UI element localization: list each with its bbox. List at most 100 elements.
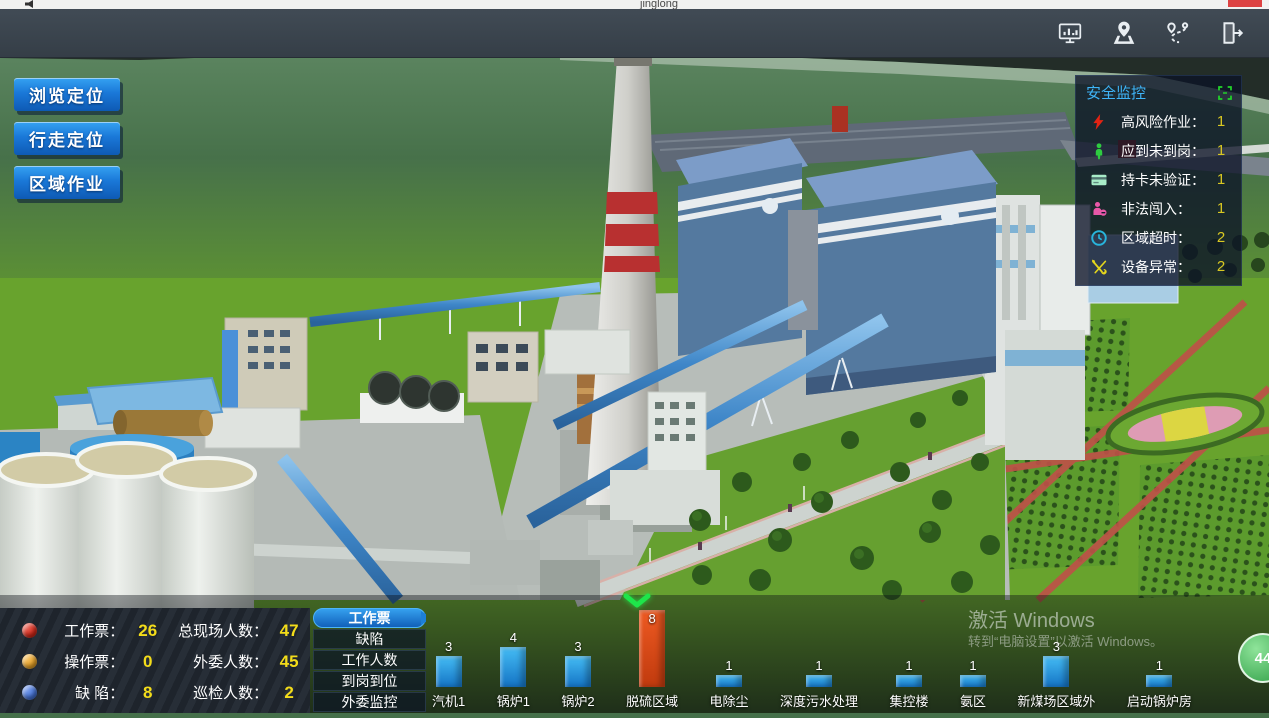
- security-item-value: 1: [1211, 200, 1231, 217]
- nav-button-2[interactable]: 区域作业: [14, 166, 120, 199]
- status-dot: [22, 654, 37, 669]
- bar-group: 3 锅炉2: [561, 610, 594, 710]
- security-item-label: 持卡未验证：: [1121, 170, 1211, 190]
- browser-tab-title: jinglong: [574, 0, 744, 10]
- bar-group: 1 集控楼: [889, 610, 928, 710]
- header-icons: [1057, 20, 1245, 46]
- security-item-value: 2: [1211, 258, 1231, 275]
- bar-group: 1 启动锅炉房: [1127, 610, 1192, 710]
- stat-value: 0: [124, 652, 171, 672]
- chart-bar[interactable]: [896, 675, 922, 687]
- security-item-label: 非法闯入：: [1121, 199, 1211, 219]
- person-icon: [1090, 142, 1108, 160]
- status-dot: [22, 623, 37, 638]
- bar-value: 1: [815, 658, 822, 673]
- nav-button-1[interactable]: 行走定位: [14, 122, 120, 155]
- watermark-line2: 转到“电脑设置”以激活 Windows。: [968, 631, 1163, 650]
- bar-category-label: 汽机1: [432, 691, 465, 710]
- chart-bar[interactable]: [436, 656, 462, 687]
- route-track-icon[interactable]: [1165, 20, 1191, 46]
- bar-value: 1: [725, 658, 732, 673]
- monitor-stats-icon[interactable]: [1057, 20, 1083, 46]
- chart-bar[interactable]: [806, 675, 832, 687]
- security-item-label: 应到未到岗：: [1121, 141, 1211, 161]
- security-item-label: 高风险作业：: [1121, 112, 1211, 132]
- security-item[interactable]: 高风险作业：1: [1076, 107, 1241, 136]
- stat-value: 26: [124, 621, 171, 641]
- security-item-value: 2: [1211, 229, 1231, 246]
- stats-row: 缺 陷：8巡检人数：2: [0, 677, 310, 708]
- chevron-down-marker[interactable]: [622, 593, 652, 609]
- security-item-label: 区域超时：: [1121, 228, 1211, 248]
- security-item[interactable]: 区域超时：2: [1076, 223, 1241, 252]
- bar-value: 8: [639, 611, 665, 626]
- bar-category-label: 锅炉2: [561, 691, 594, 710]
- tab-0[interactable]: 工作票: [313, 608, 426, 628]
- security-item[interactable]: 非法闯入：1: [1076, 194, 1241, 223]
- bar-group: 1 深度污水处理: [780, 610, 858, 710]
- lightning-icon: [1090, 113, 1108, 131]
- bar-category-label: 电除尘: [710, 691, 749, 710]
- stat-label: 外委人数：: [171, 651, 268, 672]
- chart-bar[interactable]: [500, 647, 526, 687]
- tools-icon: [1090, 258, 1108, 276]
- bar-value: 3: [445, 639, 452, 654]
- tab-1[interactable]: 缺陷: [313, 629, 426, 649]
- security-item-value: 1: [1211, 171, 1231, 188]
- chart-bar[interactable]: 8: [639, 610, 665, 687]
- security-item[interactable]: 持卡未验证：1: [1076, 165, 1241, 194]
- security-item[interactable]: 应到未到岗：1: [1076, 136, 1241, 165]
- security-item-list: 高风险作业：1应到未到岗：1持卡未验证：1非法闯入：1区域超时：2设备异常：2: [1076, 107, 1241, 281]
- bar-group: 3 汽机1: [432, 610, 465, 710]
- bar-group: 1 电除尘: [710, 610, 749, 710]
- stat-value: 8: [124, 683, 171, 703]
- stat-value: 47: [268, 621, 310, 641]
- stats-row: 工作票：26总现场人数：47: [0, 615, 310, 646]
- tab-4[interactable]: 外委监控: [313, 692, 426, 712]
- chart-bar[interactable]: [1043, 656, 1069, 687]
- status-dot: [22, 685, 37, 700]
- scan-icon[interactable]: [1217, 85, 1233, 101]
- security-panel-title: 安全监控: [1086, 82, 1146, 103]
- bar-category-label: 脱硫区域: [626, 691, 678, 710]
- chart-bar[interactable]: [565, 656, 591, 687]
- bar-category-label: 集控楼: [889, 691, 928, 710]
- bar-category-label: 启动锅炉房: [1127, 691, 1192, 710]
- bar-value: 3: [574, 639, 581, 654]
- security-item-value: 1: [1211, 113, 1231, 130]
- nav-button-0[interactable]: 浏览定位: [14, 78, 120, 111]
- tab-2[interactable]: 工作人数: [313, 650, 426, 670]
- bar-category-label: 新煤场区域外: [1017, 691, 1095, 710]
- stat-value: 45: [268, 652, 310, 672]
- security-item-label: 设备异常：: [1121, 257, 1211, 277]
- clock-icon: [1090, 229, 1108, 247]
- tab-3[interactable]: 到岗到位: [313, 671, 426, 691]
- bar-value: 1: [905, 658, 912, 673]
- watermark-line1: 激活 Windows: [968, 604, 1095, 633]
- security-monitor-panel: 安全监控 高风险作业：1应到未到岗：1持卡未验证：1非法闯入：1区域超时：2设备…: [1075, 75, 1242, 286]
- chart-bar[interactable]: [716, 675, 742, 687]
- bar-group: 4锅炉1: [497, 610, 530, 710]
- stats-row: 操作票：0外委人数：45: [0, 646, 310, 677]
- stat-label: 操作票：: [49, 651, 124, 672]
- stat-value: 2: [268, 683, 310, 703]
- security-item[interactable]: 设备异常：2: [1076, 252, 1241, 281]
- bar-value: 1: [1156, 658, 1163, 673]
- close-button[interactable]: [1228, 0, 1262, 7]
- stats-panel: 工作票：26总现场人数：47操作票：0外委人数：45缺 陷：8巡检人数：2: [0, 608, 310, 713]
- person-remove-icon: [1090, 200, 1108, 218]
- card-icon: [1090, 171, 1108, 189]
- tab-menu: 工作票缺陷工作人数到岗到位外委监控: [313, 608, 426, 713]
- exit-icon[interactable]: [1219, 20, 1245, 46]
- bar-category-label: 深度污水处理: [780, 691, 858, 710]
- stat-label: 工作票：: [49, 620, 124, 641]
- bar-value: 1: [969, 658, 976, 673]
- stat-label: 总现场人数：: [171, 620, 268, 641]
- bar-category-label: 锅炉1: [497, 691, 530, 710]
- bar-group: 8 脱硫区域: [626, 610, 678, 710]
- chart-bar[interactable]: [960, 675, 986, 687]
- bar-category-label: 氨区: [960, 691, 986, 710]
- chart-bar[interactable]: [1146, 675, 1172, 687]
- map-locate-icon[interactable]: [1111, 20, 1137, 46]
- stat-label: 巡检人数：: [171, 682, 268, 703]
